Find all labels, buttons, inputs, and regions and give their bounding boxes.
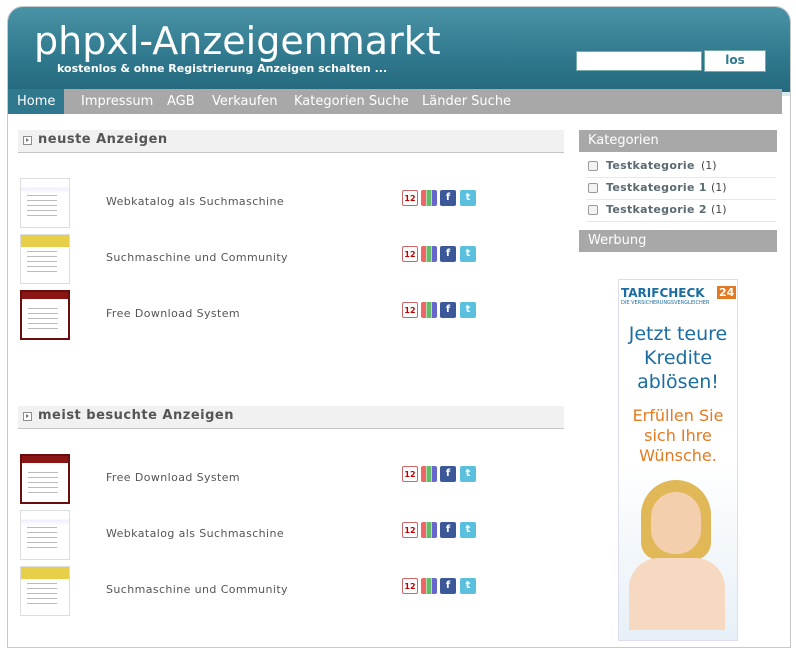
calendar-icon[interactable]: 12 xyxy=(402,578,418,594)
twitter-icon[interactable]: t xyxy=(460,190,476,206)
section-newest-header: neuste Anzeigen xyxy=(18,130,564,153)
facebook-icon[interactable]: f xyxy=(440,522,456,538)
ad-headline: Jetzt teure Kredite ablösen! xyxy=(628,323,728,393)
chart-icon[interactable] xyxy=(421,246,437,262)
thumbnail-lines xyxy=(27,527,57,551)
nav-item-impressum[interactable]: Impressum xyxy=(81,89,153,114)
category-item[interactable]: Testkategorie 1 (1) xyxy=(586,178,776,200)
nav-item-verkaufen[interactable]: Verkaufen xyxy=(212,89,278,114)
site-header: phpxl-Anzeigenmarkt kostenlos & ohne Reg… xyxy=(8,7,790,92)
thumbnail-lines xyxy=(27,251,57,275)
ad-title-link[interactable]: Webkatalog als Suchmaschine xyxy=(106,527,284,540)
ad-title-link[interactable]: Free Download System xyxy=(106,471,240,484)
ad-person-face xyxy=(651,492,701,554)
chart-icon[interactable] xyxy=(421,190,437,206)
ad-title-link[interactable]: Suchmaschine und Community xyxy=(106,583,288,596)
ad-thumbnail[interactable] xyxy=(20,566,70,616)
ad-person-image xyxy=(629,480,725,630)
ad-title-link[interactable]: Free Download System xyxy=(106,307,240,320)
nav-item-laender-suche[interactable]: Länder Suche xyxy=(422,89,511,114)
category-link[interactable]: Testkategorie 1 xyxy=(606,181,707,194)
thumbnail-lines xyxy=(28,472,58,496)
site-title[interactable]: phpxl-Anzeigenmarkt xyxy=(34,19,441,63)
twitter-icon[interactable]: t xyxy=(460,466,476,482)
category-bullet-icon xyxy=(588,183,598,193)
calendar-icon[interactable]: 12 xyxy=(402,522,418,538)
list-item[interactable]: Suchmaschine und Community 12 f t xyxy=(20,566,520,616)
sidebar-title: Werbung xyxy=(588,233,647,248)
ad-person-body xyxy=(629,558,725,630)
nav-item-agb[interactable]: AGB xyxy=(167,89,195,114)
ad-logo-subtitle: DIE VERSICHERUNGSVERGLEICHER xyxy=(621,300,710,306)
category-count: (1) xyxy=(711,181,727,194)
thumbnail-lines xyxy=(28,308,58,332)
chart-icon[interactable] xyxy=(421,302,437,318)
calendar-icon[interactable]: 12 xyxy=(402,466,418,482)
facebook-icon[interactable]: f xyxy=(440,190,456,206)
list-item[interactable]: Free Download System 12 f t xyxy=(20,454,520,504)
chart-icon[interactable] xyxy=(421,578,437,594)
section-bullet-icon xyxy=(23,136,32,145)
facebook-icon[interactable]: f xyxy=(440,302,456,318)
section-title: meist besuchte Anzeigen xyxy=(38,408,234,423)
facebook-icon[interactable]: f xyxy=(440,578,456,594)
sidebar-title: Kategorien xyxy=(588,133,659,148)
category-count: (1) xyxy=(711,203,727,216)
section-bullet-icon xyxy=(23,412,32,421)
twitter-icon[interactable]: t xyxy=(460,302,476,318)
chart-icon[interactable] xyxy=(421,522,437,538)
ad-logo-number: 24 xyxy=(717,286,737,299)
facebook-icon[interactable]: f xyxy=(440,466,456,482)
list-item[interactable]: Suchmaschine und Community 12 f t xyxy=(20,234,520,284)
list-item[interactable]: Webkatalog als Suchmaschine 12 f t xyxy=(20,178,520,228)
calendar-icon[interactable]: 12 xyxy=(402,190,418,206)
ad-thumbnail[interactable] xyxy=(20,510,70,560)
chart-icon[interactable] xyxy=(421,466,437,482)
sidebar-ads-header: Werbung xyxy=(579,230,777,252)
ad-logo-text: TARIFCHECK xyxy=(621,286,705,300)
main-nav: Home Impressum AGB Verkaufen Kategorien … xyxy=(8,89,782,114)
ad-banner[interactable]: TARIFCHECK 24 DIE VERSICHERUNGSVERGLEICH… xyxy=(618,279,738,641)
twitter-icon[interactable]: t xyxy=(460,246,476,262)
twitter-icon[interactable]: t xyxy=(460,522,476,538)
category-bullet-icon xyxy=(588,205,598,215)
category-link[interactable]: Testkategorie 2 xyxy=(606,203,707,216)
ad-thumbnail[interactable] xyxy=(20,234,70,284)
sidebar-categories-header: Kategorien xyxy=(579,130,777,152)
section-title: neuste Anzeigen xyxy=(38,132,168,147)
twitter-icon[interactable]: t xyxy=(460,578,476,594)
list-item[interactable]: Webkatalog als Suchmaschine 12 f t xyxy=(20,510,520,560)
category-item[interactable]: Testkategorie 2 (1) xyxy=(586,200,776,222)
list-item[interactable]: Free Download System 12 f t xyxy=(20,290,520,340)
ad-thumbnail[interactable] xyxy=(20,454,70,504)
ad-title-link[interactable]: Webkatalog als Suchmaschine xyxy=(106,195,284,208)
ad-subline: Erfüllen Sie sich Ihre Wünsche. xyxy=(632,406,724,465)
ad-thumbnail[interactable] xyxy=(20,290,70,340)
thumbnail-lines xyxy=(27,583,57,607)
search-input[interactable] xyxy=(576,51,702,71)
facebook-icon[interactable]: f xyxy=(440,246,456,262)
nav-item-home[interactable]: Home xyxy=(8,89,65,114)
calendar-icon[interactable]: 12 xyxy=(402,302,418,318)
ad-logo: TARIFCHECK 24 DIE VERSICHERUNGSVERGLEICH… xyxy=(621,286,737,308)
site-subtitle: kostenlos & ohne Registrierung Anzeigen … xyxy=(57,62,388,75)
category-link[interactable]: Testkategorie xyxy=(606,159,695,172)
category-bullet-icon xyxy=(588,161,598,171)
calendar-icon[interactable]: 12 xyxy=(402,246,418,262)
section-most-visited-header: meist besuchte Anzeigen xyxy=(18,406,564,429)
search-button[interactable]: los xyxy=(704,50,766,72)
category-count: (1) xyxy=(701,159,717,172)
thumbnail-lines xyxy=(27,195,57,219)
ad-thumbnail[interactable] xyxy=(20,178,70,228)
nav-item-kategorien-suche[interactable]: Kategorien Suche xyxy=(294,89,409,114)
ad-title-link[interactable]: Suchmaschine und Community xyxy=(106,251,288,264)
category-item[interactable]: Testkategorie (1) xyxy=(586,156,776,178)
